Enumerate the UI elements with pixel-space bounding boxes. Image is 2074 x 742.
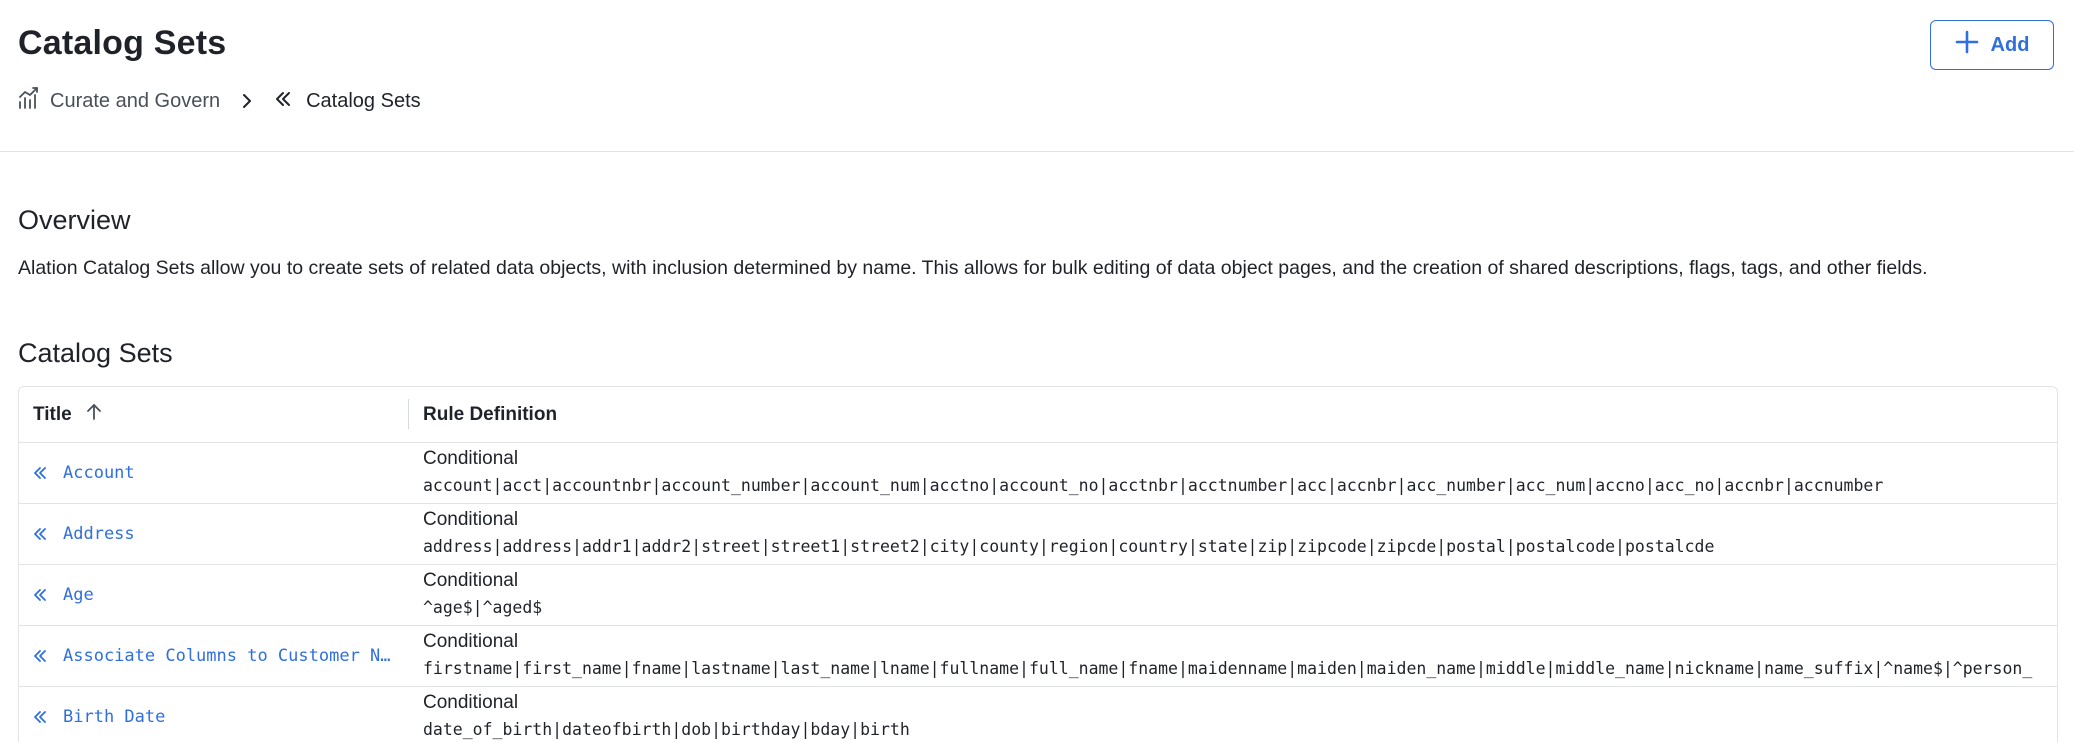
column-resize-handle[interactable] [408,399,409,429]
add-button[interactable]: Add [1930,20,2054,70]
rule-definition: Conditional firstname|first_name|fname|l… [423,629,2032,683]
catalog-set-icon [34,711,46,723]
catalog-sets-table: Title Rule Definition Account Conditiona… [18,386,2058,742]
sort-ascending-icon[interactable] [72,403,102,427]
breadcrumb-label: Curate and Govern [50,89,221,112]
plus-icon [1955,30,1991,60]
page-header: Catalog Sets Curate and Govern Catalog S… [0,0,2074,152]
catalog-sets-heading: Catalog Sets [18,338,173,368]
column-header-rule-definition[interactable]: Rule Definition [423,387,557,442]
add-button-label: Add [1990,33,2030,56]
rule-definition: Conditional account|acct|accountnbr|acco… [423,446,1883,500]
breadcrumb-item-curate-and-govern[interactable]: Curate and Govern [18,86,220,116]
breadcrumb: Curate and Govern Catalog Sets [18,86,421,116]
rule-definition: Conditional date_of_birth|dateofbirth|do… [423,690,910,742]
rule-expression: firstname|first_name|fname|lastname|last… [423,659,2033,678]
column-header-title[interactable]: Title [33,387,102,442]
rule-type: Conditional [423,631,519,652]
rule-type: Conditional [423,448,519,469]
table-row: Address Conditional address|address|addr… [19,504,2057,565]
rule-expression: account|acct|accountnbr|account_number|a… [423,476,1884,495]
chart-growth-icon [18,86,50,116]
rule-definition: Conditional address|address|addr1|addr2|… [423,507,1714,561]
catalog-set-link[interactable]: Associate Columns to Customer N… [33,626,413,686]
table-header: Title Rule Definition [19,387,2057,443]
table-row: Birth Date Conditional date_of_birth|dat… [19,687,2057,742]
chevron-right-icon [242,93,252,109]
catalog-set-icon [34,467,46,479]
rule-expression: ^age$|^aged$ [423,598,543,617]
breadcrumb-item-catalog-sets[interactable]: Catalog Sets [274,90,421,113]
table-row: Age Conditional ^age$|^aged$ [19,565,2057,626]
overview-description: Alation Catalog Sets allow you to create… [18,257,1928,279]
page-title: Catalog Sets [18,24,227,62]
rule-type: Conditional [423,692,519,713]
rule-expression: address|address|addr1|addr2|street|stree… [423,537,1715,556]
table-row: Account Conditional account|acct|account… [19,443,2057,504]
overview-heading: Overview [18,205,131,235]
catalog-set-link[interactable]: Address [33,504,413,564]
catalog-set-icon [274,90,306,113]
breadcrumb-label: Catalog Sets [306,89,421,112]
catalog-set-icon [34,650,46,662]
rule-type: Conditional [423,509,519,530]
catalog-set-link[interactable]: Age [33,565,413,625]
catalog-set-link[interactable]: Birth Date [33,687,413,742]
rule-expression: date_of_birth|dateofbirth|dob|birthday|b… [423,720,910,739]
table-row: Associate Columns to Customer N… Conditi… [19,626,2057,687]
catalog-set-icon [34,589,46,601]
rule-type: Conditional [423,570,519,591]
catalog-set-link[interactable]: Account [33,443,413,503]
rule-definition: Conditional ^age$|^aged$ [423,568,542,622]
catalog-set-icon [34,528,46,540]
